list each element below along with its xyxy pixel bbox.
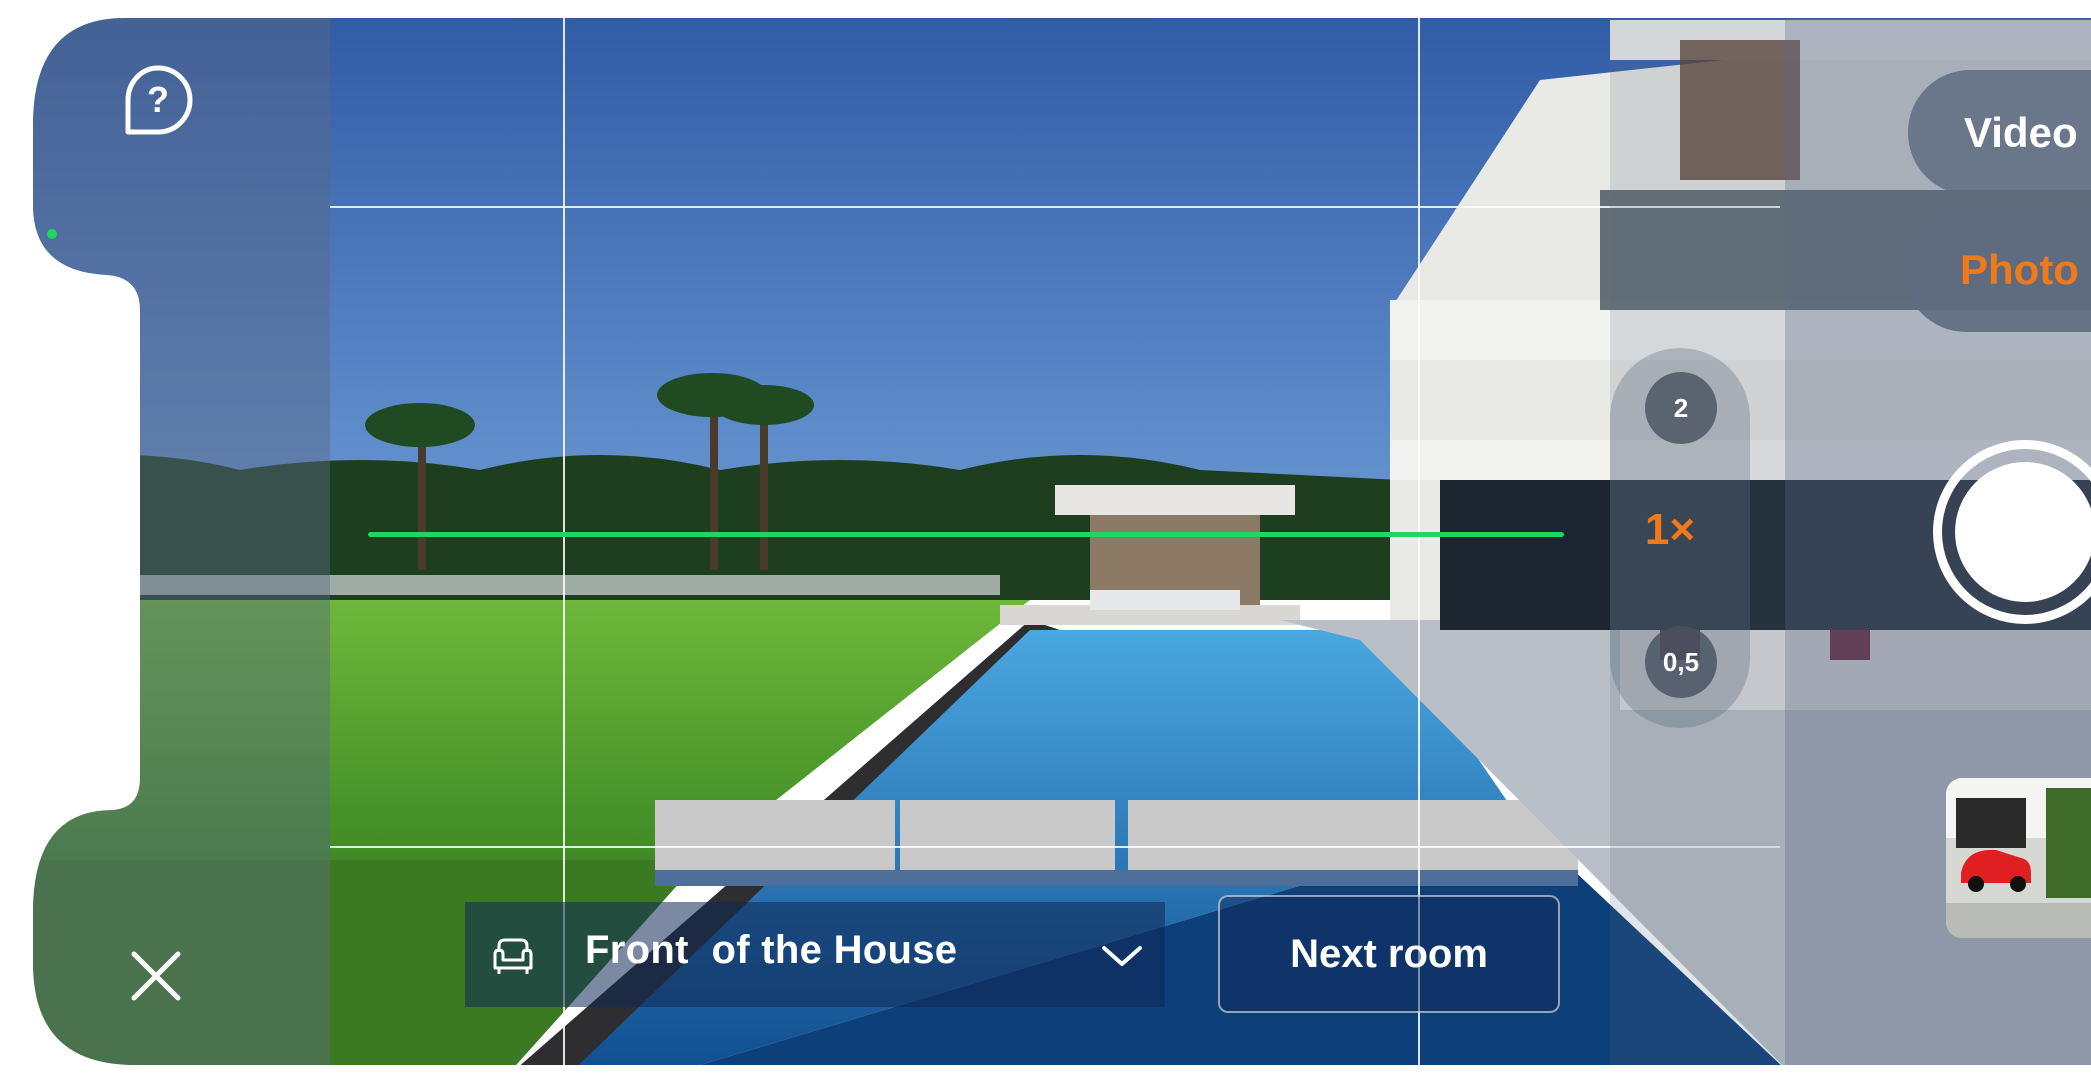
level-indicator [368, 532, 1564, 537]
room-name: Front of the House [585, 928, 958, 972]
armchair-icon [489, 932, 537, 980]
photo-thumbnail [1946, 778, 2091, 938]
photo-mode-button[interactable]: Photo [1904, 207, 2091, 332]
chevron-down-icon [1100, 942, 1144, 970]
close-icon [128, 948, 184, 1004]
status-dot [47, 229, 57, 239]
zoom-1x-button[interactable]: 1× [1610, 480, 1730, 580]
help-bubble-icon: ? [118, 60, 198, 140]
close-button[interactable] [128, 948, 184, 1004]
zoom-0-5x-button[interactable]: 0,5 [1645, 626, 1717, 698]
shutter-button-core[interactable] [1955, 462, 2091, 602]
grid-line [330, 846, 1780, 848]
room-selector[interactable]: Front of the House [465, 902, 1165, 1007]
camera-viewfinder: ? Front of the House Next room Video Pho… [0, 0, 2091, 1083]
next-room-button[interactable]: Next room [1218, 895, 1560, 1013]
last-photo-thumbnail[interactable] [1946, 778, 2091, 938]
help-button[interactable]: ? [118, 60, 198, 140]
video-mode-button[interactable]: Video [1908, 70, 2091, 195]
left-control-panel [0, 0, 330, 1083]
svg-text:?: ? [147, 79, 169, 120]
grid-line [330, 206, 1780, 208]
zoom-2x-button[interactable]: 2 [1645, 372, 1717, 444]
